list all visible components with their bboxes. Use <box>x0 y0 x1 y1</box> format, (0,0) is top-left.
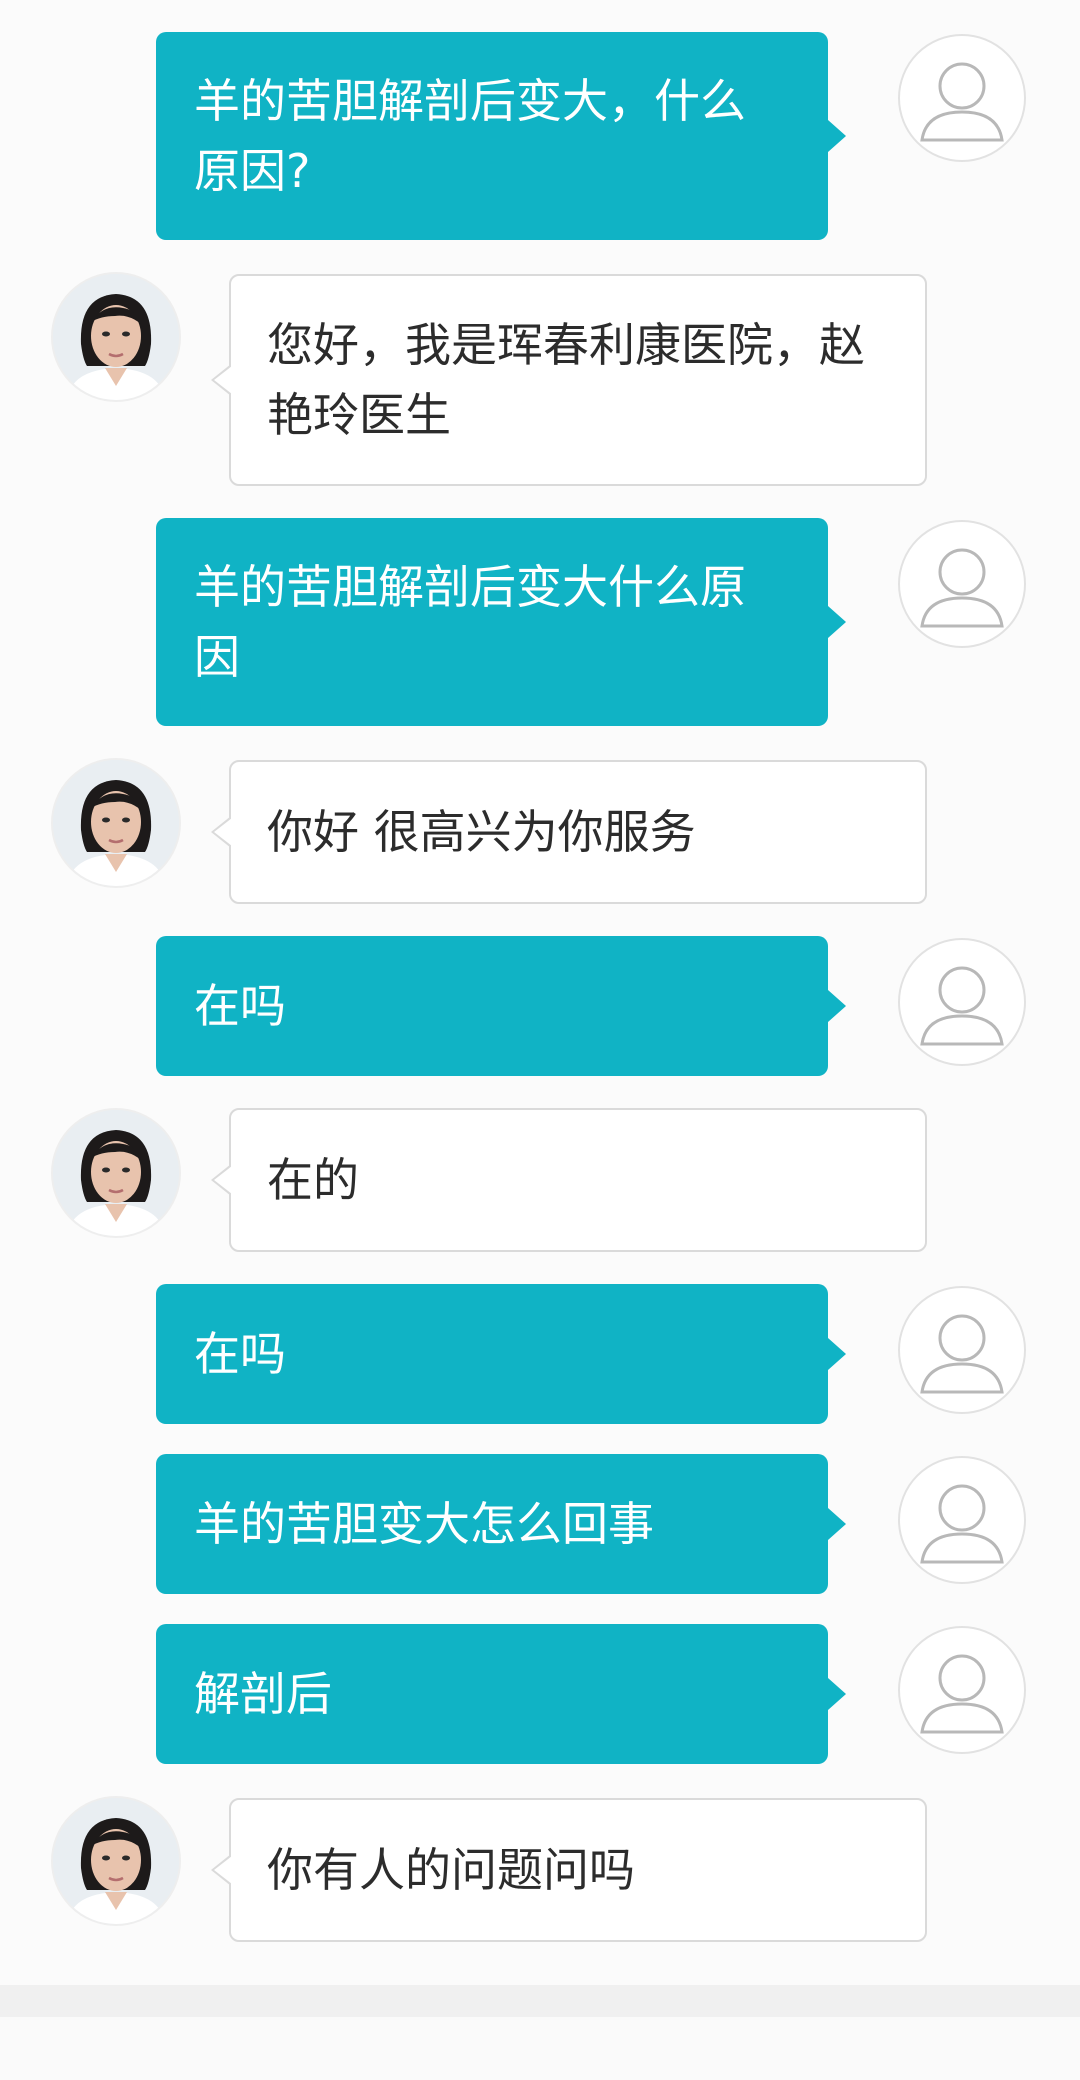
user-message-bubble: 羊的苦胆解剖后变大什么原因 <box>156 518 846 726</box>
doctor-message-bubble: 你有人的问题问吗 <box>211 1798 927 1942</box>
chat-conversation: 羊的苦胆解剖后变大，什么原因? 您好，我是珲春利康医院，赵艳玲医生 羊的苦胆解剖… <box>0 0 1080 1985</box>
bottom-area <box>0 2017 1080 2080</box>
user-avatar-icon[interactable] <box>898 1456 1026 1584</box>
footer-divider <box>0 1985 1080 2017</box>
doctor-message-bubble: 在的 <box>211 1108 927 1252</box>
message-text: 你有人的问题问吗 <box>267 1843 635 1897</box>
user-message-bubble: 羊的苦胆变大怎么回事 <box>156 1454 846 1594</box>
message-text: 在的 <box>267 1153 359 1207</box>
doctor-avatar[interactable] <box>51 1796 181 1926</box>
message-text: 你好 很高兴为你服务 <box>267 805 696 859</box>
message-text: 您好，我是珲春利康医院，赵艳玲医生 <box>267 318 865 442</box>
message-text: 解剖后 <box>194 1667 332 1721</box>
user-avatar-icon[interactable] <box>898 1626 1026 1754</box>
doctor-message-bubble: 您好，我是珲春利康医院，赵艳玲医生 <box>211 274 927 486</box>
user-message-bubble: 羊的苦胆解剖后变大，什么原因? <box>156 32 846 240</box>
doctor-avatar[interactable] <box>51 758 181 888</box>
message-text: 羊的苦胆解剖后变大什么原因 <box>194 560 746 684</box>
message-text: 羊的苦胆解剖后变大，什么原因? <box>194 74 746 198</box>
user-avatar-icon[interactable] <box>898 34 1026 162</box>
user-avatar-icon[interactable] <box>898 1286 1026 1414</box>
message-text: 在吗 <box>194 1327 286 1381</box>
user-message-bubble: 解剖后 <box>156 1624 846 1764</box>
message-text: 羊的苦胆变大怎么回事 <box>194 1497 654 1551</box>
doctor-avatar[interactable] <box>51 272 181 402</box>
user-avatar-icon[interactable] <box>898 938 1026 1066</box>
user-message-bubble: 在吗 <box>156 936 846 1076</box>
user-avatar-icon[interactable] <box>898 520 1026 648</box>
doctor-avatar[interactable] <box>51 1108 181 1238</box>
user-message-bubble: 在吗 <box>156 1284 846 1424</box>
doctor-message-bubble: 你好 很高兴为你服务 <box>211 760 927 904</box>
message-text: 在吗 <box>194 979 286 1033</box>
